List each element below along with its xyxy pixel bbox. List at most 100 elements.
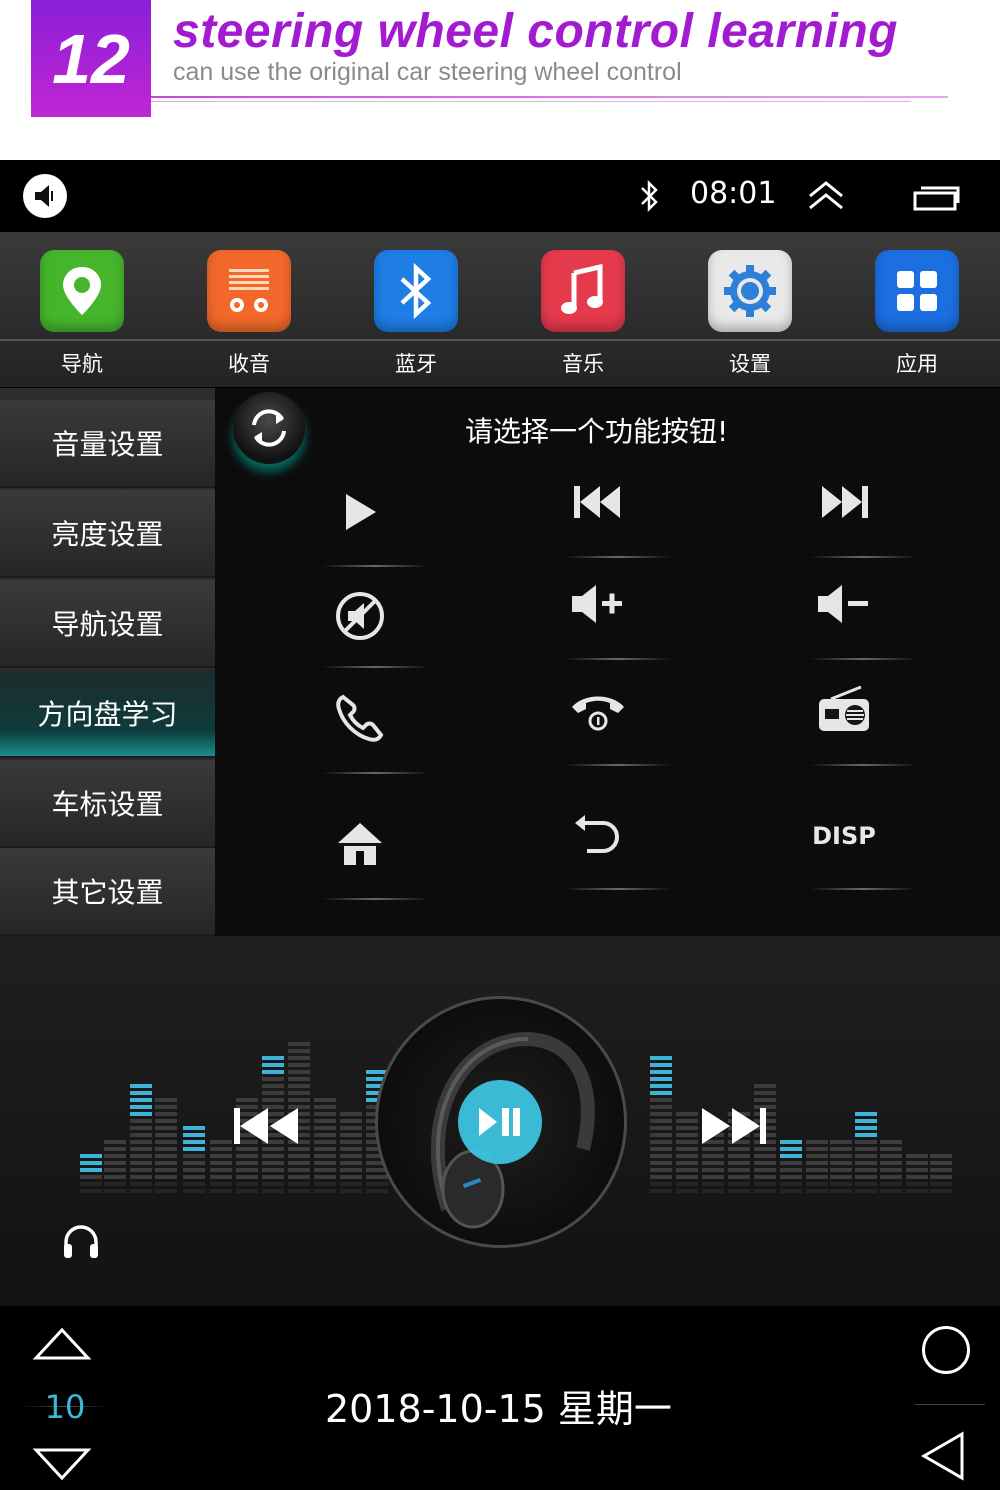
- equalizer-bar: [183, 1126, 205, 1196]
- recent-apps-icon[interactable]: [912, 184, 960, 212]
- app-radio[interactable]: 收音: [207, 250, 291, 376]
- status-bar: 08:01: [0, 160, 1000, 232]
- app-label: 音乐: [562, 352, 604, 376]
- volume-icon[interactable]: [23, 174, 67, 218]
- equalizer-bar: [314, 1098, 336, 1196]
- header-subtitle: can use the original car steering wheel …: [173, 58, 682, 86]
- navigation-bar: 10 2018-10-15 星期一: [0, 1306, 1000, 1490]
- back-triangle-icon[interactable]: [920, 1430, 966, 1482]
- app-navigation[interactable]: 导航: [40, 250, 124, 376]
- chevron-up-icon[interactable]: [806, 178, 846, 212]
- phone-hangup-icon: [572, 696, 624, 731]
- menu-item-brightness[interactable]: 亮度设置: [0, 490, 215, 578]
- learn-radio-button[interactable]: [789, 668, 899, 752]
- learn-home-button[interactable]: [305, 802, 415, 886]
- head-unit-screen: 08:01 导航 收音 蓝牙 音乐 设置 应用 音量设置 亮度设置 导航设置 方…: [0, 160, 1000, 1490]
- menu-item-other[interactable]: 其它设置: [0, 848, 215, 936]
- equalizer-bar: [676, 1112, 698, 1196]
- learn-mute-button[interactable]: [305, 574, 415, 658]
- button-underline: [810, 888, 916, 890]
- equalizer-bar: [104, 1140, 126, 1196]
- learn-volume-up-button[interactable]: [543, 562, 653, 646]
- button-underline: [565, 658, 671, 660]
- app-bar: 导航 收音 蓝牙 音乐 设置 应用: [0, 232, 1000, 387]
- button-underline: [565, 888, 671, 890]
- equalizer-bar: [855, 1112, 877, 1196]
- equalizer-bar: [130, 1084, 152, 1196]
- steering-learning-panel: 请选择一个功能按钮! DISP: [215, 388, 1000, 936]
- learn-prev-track-button[interactable]: [543, 460, 653, 544]
- app-label: 导航: [61, 352, 103, 376]
- play-icon: [346, 494, 376, 530]
- step-number-badge: 12: [31, 0, 151, 117]
- headphones-icon[interactable]: [60, 1220, 102, 1262]
- button-underline: [322, 565, 428, 567]
- equalizer-bar: [930, 1154, 952, 1196]
- home-icon: [338, 823, 382, 865]
- page-number: 10: [44, 1388, 86, 1426]
- volume-up-icon: [572, 585, 622, 623]
- app-bluetooth[interactable]: 蓝牙: [374, 250, 458, 376]
- refresh-button[interactable]: [233, 392, 305, 464]
- app-bar-divider: [0, 339, 1000, 341]
- refresh-icon: [252, 409, 286, 447]
- gear-icon: [708, 250, 792, 332]
- equalizer-bar: [830, 1140, 852, 1196]
- button-underline: [810, 764, 916, 766]
- previous-track-icon: [574, 486, 620, 518]
- bluetooth-icon: [374, 250, 458, 332]
- header-title: steering wheel control learning: [173, 5, 898, 58]
- learn-answer-call-button[interactable]: [305, 676, 415, 760]
- learn-hangup-call-button[interactable]: [543, 668, 653, 752]
- page-down-icon[interactable]: [32, 1446, 92, 1482]
- disp-label: DISP: [812, 822, 876, 850]
- page-up-icon[interactable]: [32, 1326, 92, 1362]
- next-icon[interactable]: [698, 1104, 770, 1148]
- menu-item-steering-learning[interactable]: 方向盘学习: [0, 670, 215, 758]
- equalizer-bar: [880, 1140, 902, 1196]
- bluetooth-icon: [641, 179, 658, 213]
- equalizer-bar: [80, 1154, 102, 1196]
- button-underline: [322, 772, 428, 774]
- mute-icon: [336, 592, 384, 640]
- header-divider: [151, 96, 948, 98]
- equalizer-bar: [780, 1140, 802, 1196]
- map-pin-icon: [40, 250, 124, 332]
- menu-item-navigation[interactable]: 导航设置: [0, 580, 215, 668]
- button-underline: [565, 556, 671, 558]
- play-pause-icon: [479, 1108, 520, 1136]
- learn-back-button[interactable]: [543, 794, 653, 878]
- learn-next-track-button[interactable]: [789, 460, 899, 544]
- menu-item-logo[interactable]: 车标设置: [0, 760, 215, 848]
- next-track-icon: [822, 486, 868, 518]
- button-underline: [322, 666, 428, 668]
- button-underline: [565, 764, 671, 766]
- back-icon: [575, 815, 619, 853]
- app-label: 蓝牙: [395, 352, 437, 376]
- app-music[interactable]: 音乐: [541, 250, 625, 376]
- home-circle-icon[interactable]: [922, 1326, 970, 1374]
- app-label: 收音: [228, 352, 270, 376]
- radio-icon: [207, 250, 291, 332]
- app-settings[interactable]: 设置: [708, 250, 792, 376]
- menu-item-volume[interactable]: 音量设置: [0, 400, 215, 488]
- settings-menu: 音量设置 亮度设置 导航设置 方向盘学习 车标设置 其它设置: [0, 388, 215, 936]
- previous-icon[interactable]: [230, 1104, 302, 1148]
- equalizer-bar: [806, 1140, 828, 1196]
- settings-content: 音量设置 亮度设置 导航设置 方向盘学习 车标设置 其它设置 请选择一个功能按钮…: [0, 388, 1000, 936]
- radio-icon: [819, 685, 869, 731]
- button-underline: [322, 898, 428, 900]
- app-apps[interactable]: 应用: [875, 250, 959, 376]
- button-underline: [810, 556, 916, 558]
- app-label: 设置: [729, 352, 771, 376]
- app-label: 应用: [896, 352, 938, 376]
- play-pause-button[interactable]: [458, 1080, 542, 1164]
- learn-volume-down-button[interactable]: [789, 562, 899, 646]
- select-function-prompt: 请选择一个功能按钮!: [465, 415, 729, 448]
- apps-grid-icon: [875, 250, 959, 332]
- learn-disp-button[interactable]: DISP: [789, 794, 899, 878]
- learn-play-button[interactable]: [305, 470, 415, 554]
- button-underline: [810, 658, 916, 660]
- equalizer-bar: [155, 1098, 177, 1196]
- equalizer-bar: [210, 1140, 232, 1196]
